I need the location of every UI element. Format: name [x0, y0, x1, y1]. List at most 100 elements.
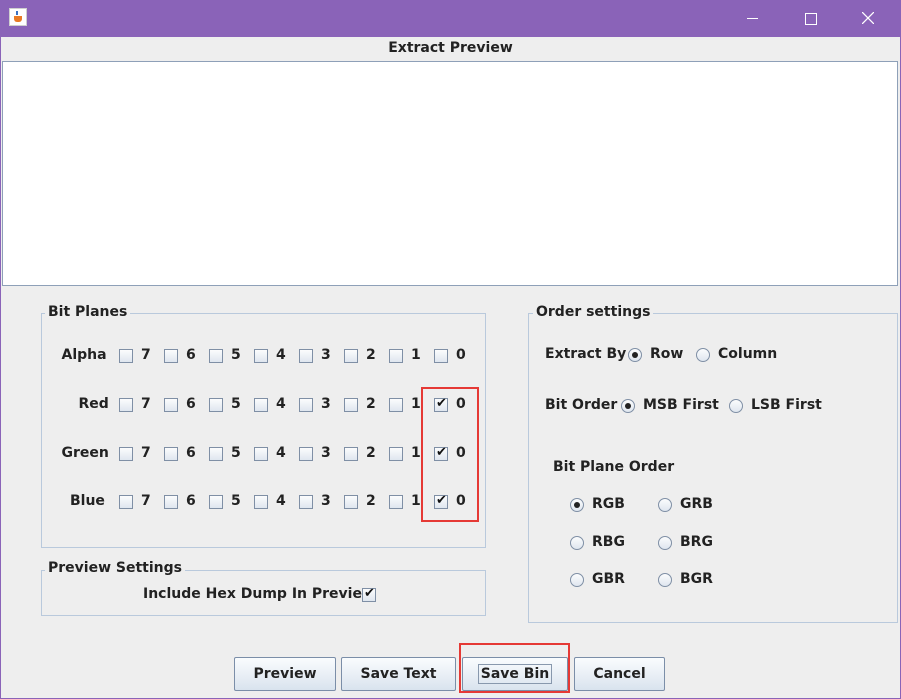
msb-first-label: MSB First [643, 397, 719, 413]
alpha-bit-7-label: 7 [141, 347, 151, 363]
alpha-bit-0-checkbox[interactable] [434, 349, 448, 363]
red-bit-6-label: 6 [186, 396, 196, 412]
blue-bit-7-label: 7 [141, 493, 151, 509]
red-bit-3-label: 3 [321, 396, 331, 412]
extract-by-column-radio[interactable] [696, 348, 710, 362]
close-icon [862, 12, 874, 24]
green-bit-6-label: 6 [186, 445, 196, 461]
minimize-button[interactable] [723, 0, 781, 37]
green-bit-4-label: 4 [276, 445, 286, 461]
preview-settings-title: Preview Settings [45, 560, 185, 576]
bit-planes-title: Bit Planes [45, 304, 131, 320]
order-settings-title: Order settings [533, 304, 654, 320]
green-bit-2-checkbox[interactable] [344, 447, 358, 461]
hex-dump-label: Include Hex Dump In Preview [143, 586, 375, 602]
blue-bit-4-checkbox[interactable] [254, 495, 268, 509]
alpha-bit-6-label: 6 [186, 347, 196, 363]
preview-title: Extract Preview [388, 40, 513, 56]
title-bar [0, 0, 901, 37]
blue-bit-1-label: 1 [411, 493, 421, 509]
green-bit-7-checkbox[interactable] [119, 447, 133, 461]
alpha-bit-7-checkbox[interactable] [119, 349, 133, 363]
blue-bit-7-checkbox[interactable] [119, 495, 133, 509]
channel-label-blue: Blue [70, 493, 105, 509]
red-bit-7-checkbox[interactable] [119, 398, 133, 412]
red-bit-7-label: 7 [141, 396, 151, 412]
plane-order-gbr-label: GBR [592, 571, 625, 587]
extract-by-label: Extract By [545, 346, 627, 362]
alpha-bit-3-label: 3 [321, 347, 331, 363]
channel-label-green: Green [61, 445, 109, 461]
plane-order-rbg-radio[interactable] [570, 536, 584, 550]
green-bit-1-label: 1 [411, 445, 421, 461]
extract-by-row-radio[interactable] [628, 348, 642, 362]
blue-bit-2-label: 2 [366, 493, 376, 509]
plane-order-grb-radio[interactable] [658, 498, 672, 512]
preview-button[interactable]: Preview [234, 657, 336, 691]
msb-first-radio[interactable] [621, 399, 635, 413]
lsb-first-label: LSB First [751, 397, 822, 413]
red-bit-5-checkbox[interactable] [209, 398, 223, 412]
green-bit-3-checkbox[interactable] [299, 447, 313, 461]
blue-bit-4-label: 4 [276, 493, 286, 509]
plane-order-brg-radio[interactable] [658, 536, 672, 550]
lsb-first-radio[interactable] [729, 399, 743, 413]
plane-order-brg-label: BRG [680, 534, 713, 550]
preview-text-area[interactable] [2, 61, 898, 286]
plane-order-rgb-radio[interactable] [570, 498, 584, 512]
red-bit-1-checkbox[interactable] [389, 398, 403, 412]
red-bit-5-label: 5 [231, 396, 241, 412]
blue-bit-6-checkbox[interactable] [164, 495, 178, 509]
green-bit-4-checkbox[interactable] [254, 447, 268, 461]
blue-bit-5-checkbox[interactable] [209, 495, 223, 509]
alpha-bit-5-checkbox[interactable] [209, 349, 223, 363]
alpha-bit-1-checkbox[interactable] [389, 349, 403, 363]
plane-order-bgr-radio[interactable] [658, 573, 672, 587]
save-text-button[interactable]: Save Text [341, 657, 456, 691]
cancel-button[interactable]: Cancel [574, 657, 665, 691]
alpha-bit-3-checkbox[interactable] [299, 349, 313, 363]
red-bit-1-label: 1 [411, 396, 421, 412]
blue-bit-5-label: 5 [231, 493, 241, 509]
channel-label-alpha: Alpha [61, 347, 107, 363]
alpha-bit-6-checkbox[interactable] [164, 349, 178, 363]
alpha-bit-2-label: 2 [366, 347, 376, 363]
blue-bit-3-checkbox[interactable] [299, 495, 313, 509]
plane-order-grb-label: GRB [680, 496, 713, 512]
alpha-bit-4-label: 4 [276, 347, 286, 363]
bit-plane-order-label: Bit Plane Order [553, 459, 675, 475]
red-bit-2-label: 2 [366, 396, 376, 412]
extract-by-column-label: Column [718, 346, 778, 362]
alpha-bit-4-checkbox[interactable] [254, 349, 268, 363]
blue-bit-2-checkbox[interactable] [344, 495, 358, 509]
alpha-bit-0-label: 0 [456, 347, 466, 363]
hex-dump-checkbox[interactable] [362, 586, 376, 602]
red-bit-4-checkbox[interactable] [254, 398, 268, 412]
green-bit-3-label: 3 [321, 445, 331, 461]
alpha-bit-5-label: 5 [231, 347, 241, 363]
java-app-icon [9, 8, 27, 26]
plane-order-rbg-label: RBG [592, 534, 625, 550]
close-button[interactable] [839, 0, 897, 37]
red-bit-6-checkbox[interactable] [164, 398, 178, 412]
alpha-bit-2-checkbox[interactable] [344, 349, 358, 363]
channel-label-red: Red [78, 396, 109, 412]
alpha-bit-1-label: 1 [411, 347, 421, 363]
green-bit-5-label: 5 [231, 445, 241, 461]
red-bit-2-checkbox[interactable] [344, 398, 358, 412]
blue-bit-1-checkbox[interactable] [389, 495, 403, 509]
bit-order-label: Bit Order [545, 397, 618, 413]
green-bit-2-label: 2 [366, 445, 376, 461]
highlight-box-save-bin [459, 643, 570, 693]
green-bit-1-checkbox[interactable] [389, 447, 403, 461]
blue-bit-3-label: 3 [321, 493, 331, 509]
red-bit-3-checkbox[interactable] [299, 398, 313, 412]
maximize-button[interactable] [781, 0, 839, 37]
red-bit-4-label: 4 [276, 396, 286, 412]
highlight-box-bit0 [421, 387, 479, 522]
green-bit-5-checkbox[interactable] [209, 447, 223, 461]
plane-order-gbr-radio[interactable] [570, 573, 584, 587]
green-bit-6-checkbox[interactable] [164, 447, 178, 461]
plane-order-bgr-label: BGR [680, 571, 713, 587]
plane-order-rgb-label: RGB [592, 496, 625, 512]
